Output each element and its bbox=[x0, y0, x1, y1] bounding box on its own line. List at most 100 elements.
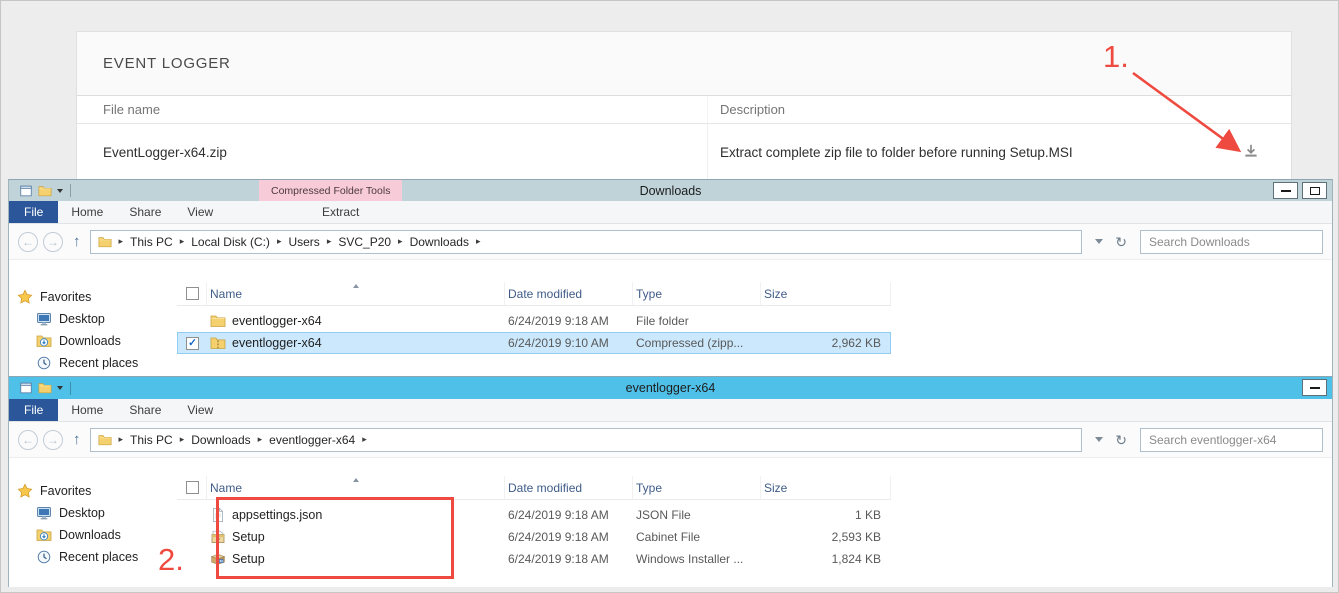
zip-description: Extract complete zip file to folder befo… bbox=[707, 124, 1211, 180]
explorer-window-downloads: Compressed Folder Tools Downloads File H… bbox=[8, 179, 1333, 376]
explorer-app-icon[interactable] bbox=[19, 184, 33, 198]
column-header-type[interactable]: Type bbox=[633, 476, 761, 499]
breadcrumb-separator-icon: ▸ bbox=[277, 236, 282, 247]
file-row-setup-cab[interactable]: Setup 6/24/2019 9:18 AM Cabinet File 2,5… bbox=[177, 526, 891, 548]
column-headers: Name Date modified Type Size bbox=[177, 282, 891, 306]
maximize-button[interactable] bbox=[1302, 182, 1327, 199]
column-header-name[interactable]: Name bbox=[207, 476, 505, 499]
back-button[interactable]: ← bbox=[18, 430, 38, 450]
sidebar-favorites[interactable]: Favorites bbox=[9, 286, 177, 308]
titlebar[interactable]: Compressed Folder Tools Downloads bbox=[9, 180, 1332, 201]
file-row-appsettings-json[interactable]: appsettings.json 6/24/2019 9:18 AM JSON … bbox=[177, 504, 891, 526]
breadcrumb[interactable]: ▸ This PC ▸ Downloads ▸ eventlogger-x64 … bbox=[90, 428, 1083, 452]
back-button[interactable]: ← bbox=[18, 232, 38, 252]
crumb-local-disk[interactable]: Local Disk (C:) bbox=[191, 235, 270, 249]
webpage-section: EVENT LOGGER File name Description Event… bbox=[1, 1, 1338, 179]
file-list: Name Date modified Type Size eventlogger… bbox=[177, 260, 891, 354]
recent-places-icon bbox=[36, 355, 52, 371]
download-button[interactable] bbox=[1241, 141, 1261, 164]
address-dropdown-icon[interactable] bbox=[1095, 239, 1103, 244]
separator bbox=[70, 184, 71, 197]
column-header-date-modified[interactable]: Date modified bbox=[505, 476, 633, 499]
sort-ascending-icon bbox=[353, 284, 359, 288]
sidebar-item-recent-places[interactable]: Recent places bbox=[9, 352, 177, 374]
tab-share[interactable]: Share bbox=[116, 201, 174, 223]
tab-file[interactable]: File bbox=[9, 201, 58, 223]
forward-button[interactable]: → bbox=[43, 232, 63, 252]
search-input[interactable] bbox=[1140, 428, 1323, 452]
address-folder-icon bbox=[98, 235, 112, 249]
sidebar-item-desktop[interactable]: Desktop bbox=[9, 308, 177, 330]
breadcrumb-separator-icon: ▸ bbox=[398, 236, 403, 247]
select-all-checkbox[interactable] bbox=[186, 481, 199, 494]
refresh-icon[interactable]: ↻ bbox=[1115, 433, 1127, 447]
window-title: eventlogger-x64 bbox=[9, 381, 1332, 395]
explorer-window-eventlogger: eventlogger-x64 File Home Share View ← →… bbox=[8, 376, 1333, 587]
tab-share[interactable]: Share bbox=[116, 399, 174, 421]
sidebar-favorites-label: Favorites bbox=[40, 484, 91, 498]
column-header-size[interactable]: Size bbox=[761, 282, 891, 305]
sidebar-item-downloads[interactable]: Downloads bbox=[9, 330, 177, 352]
forward-button[interactable]: → bbox=[43, 430, 63, 450]
file-row-setup-msi[interactable]: Setup 6/24/2019 9:18 AM Windows Installe… bbox=[177, 548, 891, 570]
file-row-eventlogger-folder[interactable]: eventlogger-x64 6/24/2019 9:18 AM File f… bbox=[177, 310, 891, 332]
crumb-downloads[interactable]: Downloads bbox=[410, 235, 469, 249]
breadcrumb-separator-icon: ▸ bbox=[327, 236, 332, 247]
crumb-users[interactable]: Users bbox=[288, 235, 319, 249]
quick-access-toolbar bbox=[9, 184, 73, 198]
minimize-button[interactable] bbox=[1302, 379, 1327, 396]
downloads-icon bbox=[36, 333, 52, 349]
crumb-svc-p20[interactable]: SVC_P20 bbox=[338, 235, 391, 249]
download-icon bbox=[1243, 143, 1259, 159]
breadcrumb[interactable]: ▸ This PC ▸ Local Disk (C:) ▸ Users ▸ SV… bbox=[90, 230, 1083, 254]
crumb-downloads[interactable]: Downloads bbox=[191, 433, 250, 447]
folder-icon[interactable] bbox=[38, 184, 52, 198]
desktop-icon bbox=[36, 505, 52, 521]
address-folder-icon bbox=[98, 433, 112, 447]
sidebar-item-recent-places[interactable]: Recent places bbox=[9, 546, 177, 568]
breadcrumb-separator-icon: ▸ bbox=[180, 236, 185, 247]
row-checkbox-checked[interactable]: ✓ bbox=[186, 337, 199, 350]
minimize-button[interactable] bbox=[1273, 182, 1298, 199]
up-button[interactable]: ↑ bbox=[73, 233, 81, 250]
column-header-type[interactable]: Type bbox=[633, 282, 761, 305]
quick-access-caret-icon[interactable] bbox=[57, 189, 63, 193]
contextual-tab-compressed-folder-tools[interactable]: Compressed Folder Tools bbox=[259, 180, 402, 201]
tab-file[interactable]: File bbox=[9, 399, 58, 421]
screenshot-root: EVENT LOGGER File name Description Event… bbox=[0, 0, 1339, 593]
tab-view[interactable]: View bbox=[174, 201, 226, 223]
search-input[interactable] bbox=[1140, 230, 1323, 254]
folder-icon[interactable] bbox=[38, 381, 52, 395]
sidebar-item-downloads[interactable]: Downloads bbox=[9, 524, 177, 546]
tab-home[interactable]: Home bbox=[58, 399, 116, 421]
tab-home[interactable]: Home bbox=[58, 201, 116, 223]
address-dropdown-icon[interactable] bbox=[1095, 437, 1103, 442]
column-header-size[interactable]: Size bbox=[761, 476, 891, 499]
web-table-header: File name Description bbox=[77, 96, 1291, 124]
breadcrumb-separator-icon: ▸ bbox=[180, 434, 185, 445]
cabinet-file-icon bbox=[210, 529, 226, 545]
web-table-row: EventLogger-x64.zip Extract complete zip… bbox=[77, 124, 1291, 180]
file-list: Name Date modified Type Size appsettings… bbox=[177, 458, 891, 570]
file-browser-area: Favorites Desktop Downloads Recent place… bbox=[9, 458, 1332, 587]
recent-places-icon bbox=[36, 549, 52, 565]
crumb-this-pc[interactable]: This PC bbox=[130, 433, 173, 447]
explorer-app-icon[interactable] bbox=[19, 381, 33, 395]
column-header-date-modified[interactable]: Date modified bbox=[505, 282, 633, 305]
sidebar-favorites[interactable]: Favorites bbox=[9, 480, 177, 502]
crumb-this-pc[interactable]: This PC bbox=[130, 235, 173, 249]
tab-extract[interactable]: Extract bbox=[309, 201, 372, 219]
refresh-icon[interactable]: ↻ bbox=[1115, 235, 1127, 249]
address-bar: ← → ↑ ▸ This PC ▸ Downloads ▸ eventlogge… bbox=[9, 422, 1332, 458]
file-row-eventlogger-zip[interactable]: ✓ eventlogger-x64 6/24/2019 9:10 AM Comp… bbox=[177, 332, 891, 354]
quick-access-caret-icon[interactable] bbox=[57, 386, 63, 390]
desktop-icon bbox=[36, 311, 52, 327]
select-all-checkbox[interactable] bbox=[186, 287, 199, 300]
crumb-eventlogger-x64[interactable]: eventlogger-x64 bbox=[269, 433, 355, 447]
folder-icon bbox=[210, 313, 226, 329]
titlebar[interactable]: eventlogger-x64 bbox=[9, 377, 1332, 399]
up-button[interactable]: ↑ bbox=[73, 431, 81, 448]
column-header-name[interactable]: Name bbox=[207, 282, 505, 305]
sidebar-item-desktop[interactable]: Desktop bbox=[9, 502, 177, 524]
tab-view[interactable]: View bbox=[174, 399, 226, 421]
